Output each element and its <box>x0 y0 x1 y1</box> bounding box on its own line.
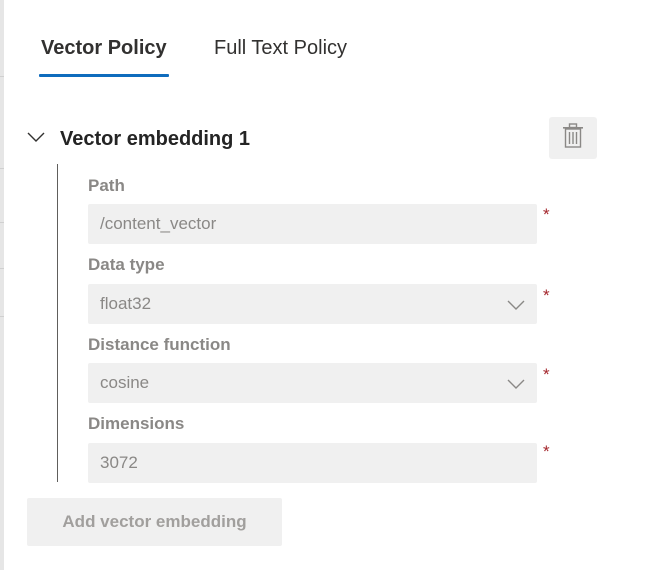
distance-function-value: cosine <box>100 373 150 392</box>
tab-full-text-policy-label: Full Text Policy <box>214 37 348 59</box>
trash-icon <box>562 122 584 154</box>
dimensions-label: Dimensions <box>88 414 185 433</box>
background-page-edge <box>0 0 4 570</box>
vector-embedding-header: Vector embedding 1 <box>26 117 598 164</box>
distance-function-required-marker: * <box>543 365 550 384</box>
dimensions-input[interactable] <box>100 453 520 473</box>
chevron-down-icon[interactable] <box>26 127 46 147</box>
add-vector-embedding-label: Add vector embedding <box>62 512 247 531</box>
data-type-dropdown[interactable]: float32 <box>88 284 537 324</box>
data-type-value: float32 <box>100 294 152 313</box>
policy-tabs: Vector Policy Full Text Policy <box>39 34 349 80</box>
data-type-required-marker: * <box>543 286 550 305</box>
path-label: Path <box>88 176 125 195</box>
dimensions-required-marker: * <box>543 442 550 461</box>
distance-function-label: Distance function <box>88 335 231 354</box>
tab-vector-policy-label: Vector Policy <box>41 37 167 59</box>
chevron-down-icon <box>507 296 525 312</box>
tab-selected-indicator <box>39 74 169 77</box>
add-vector-embedding-button[interactable]: Add vector embedding <box>27 498 282 546</box>
vector-embedding-title: Vector embedding 1 <box>60 128 251 150</box>
vector-policy-panel: Vector Policy Full Text Policy Vector em… <box>0 0 668 570</box>
path-required-marker: * <box>543 205 550 224</box>
path-input[interactable] <box>100 214 520 234</box>
data-type-label: Data type <box>88 255 165 274</box>
chevron-down-icon <box>507 375 525 391</box>
delete-embedding-button[interactable] <box>549 117 597 159</box>
dimensions-field[interactable] <box>88 443 537 483</box>
tab-full-text-policy[interactable]: Full Text Policy <box>212 34 349 80</box>
section-guide-line <box>57 164 58 482</box>
distance-function-dropdown[interactable]: cosine <box>88 363 537 403</box>
path-field[interactable] <box>88 204 537 244</box>
tab-vector-policy[interactable]: Vector Policy <box>39 34 169 80</box>
